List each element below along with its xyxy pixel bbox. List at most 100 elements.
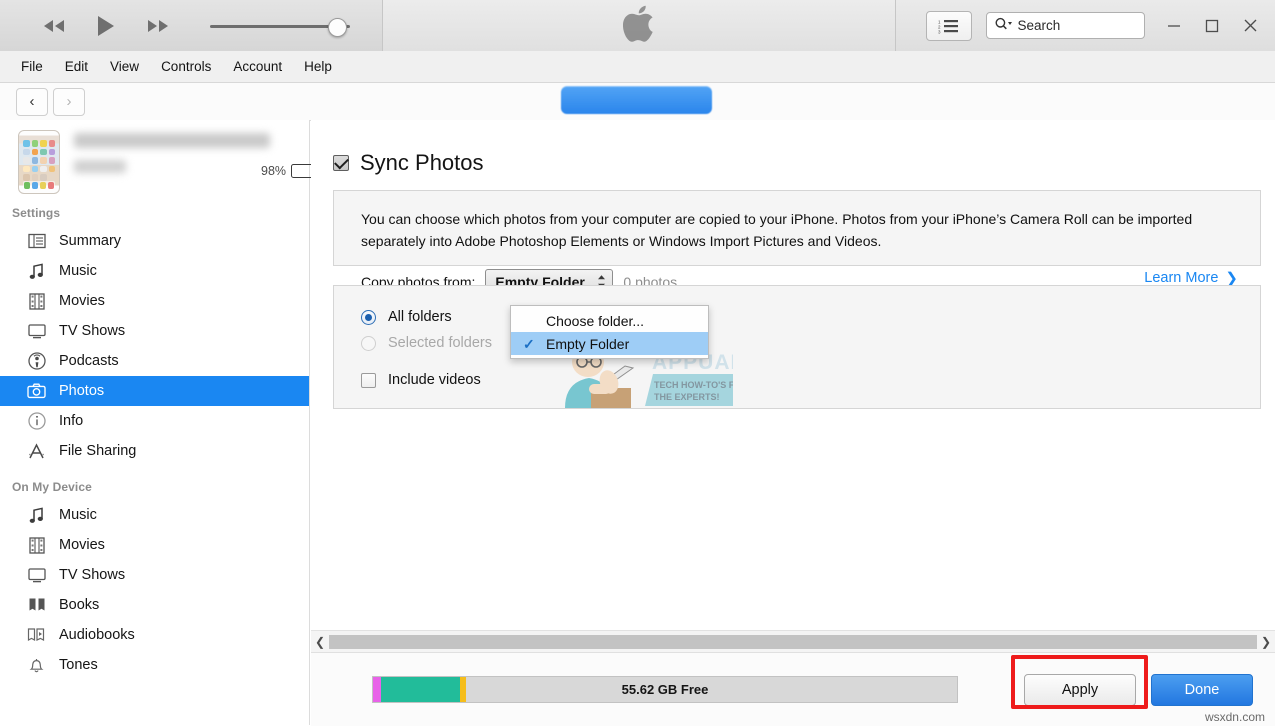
all-folders-label: All folders (388, 309, 452, 325)
sidebar-item-device-music[interactable]: Music (0, 500, 309, 530)
search-icon (995, 17, 1014, 34)
dropdown-option-choose-folder[interactable]: Choose folder... (511, 309, 708, 332)
sync-photos-row[interactable]: Sync Photos (311, 120, 1275, 176)
sidebar-item-label: Audiobooks (59, 627, 135, 643)
source-watermark: wsxdn.com (1204, 710, 1265, 724)
include-videos-label: Include videos (388, 372, 481, 388)
all-folders-radio[interactable] (361, 309, 376, 325)
sidebar-section-on-my-device-title: On My Device (12, 480, 92, 494)
sync-description-text: You can choose which photos from your co… (361, 211, 1193, 249)
app-store-icon (26, 441, 47, 461)
camera-icon (26, 381, 47, 401)
include-videos-row[interactable]: Include videos (361, 372, 1240, 388)
podcast-icon (26, 351, 47, 371)
list-view-icon[interactable]: 1 2 3 (926, 10, 972, 41)
sidebar-item-audiobooks[interactable]: Audiobooks (0, 620, 309, 650)
sidebar-item-label: Music (59, 507, 97, 523)
back-button[interactable]: ‹ (16, 87, 48, 116)
sidebar-item-summary[interactable]: Summary (0, 226, 309, 256)
dropdown-option-label: Empty Folder (546, 335, 630, 352)
selected-folders-radio[interactable] (361, 335, 376, 351)
device-name-block (60, 130, 270, 173)
fast-forward-icon[interactable] (144, 14, 172, 38)
sidebar-item-podcasts[interactable]: Podcasts (0, 346, 309, 376)
transport-controls (40, 14, 172, 38)
scroll-left-arrow-icon[interactable]: ❮ (311, 635, 329, 649)
learn-more-label: Learn More (1144, 270, 1219, 286)
horizontal-scrollbar[interactable]: ❮ ❯ (311, 630, 1275, 653)
menu-item-help[interactable]: Help (293, 55, 343, 78)
scroll-right-arrow-icon[interactable]: ❯ (1257, 635, 1275, 649)
menu-item-file[interactable]: File (10, 55, 54, 78)
bottom-bar: 55.62 GB Free Apply Done wsxdn.com (311, 652, 1275, 726)
done-button[interactable]: Done (1151, 673, 1253, 706)
menu-item-view[interactable]: View (99, 55, 150, 78)
volume-knob[interactable] (328, 17, 347, 37)
apple-logo-icon (622, 5, 656, 47)
sidebar-item-photos[interactable]: Photos (0, 376, 309, 406)
selected-folders-row[interactable]: Selected folders (361, 330, 1240, 356)
title-bar-right: 1 2 3 Search (896, 0, 1275, 51)
tv-icon (26, 321, 47, 341)
iphone-thumbnail-icon (18, 130, 60, 194)
sidebar-item-tv-shows[interactable]: TV Shows (0, 316, 309, 346)
play-icon[interactable] (92, 14, 120, 38)
menu-bar: File Edit View Controls Account Help (0, 51, 1275, 83)
sidebar-item-tones[interactable]: Tones (0, 650, 309, 680)
copy-photos-from-dropdown[interactable]: Choose folder... ✓ Empty Folder (510, 305, 709, 359)
sidebar-item-label: Summary (59, 233, 122, 249)
device-name-redacted (74, 133, 270, 148)
music-note-icon (26, 505, 47, 525)
summary-icon (26, 231, 47, 251)
sidebar-item-device-tv-shows[interactable]: TV Shows (0, 560, 309, 590)
capacity-bar: 55.62 GB Free (372, 676, 958, 703)
info-circle-icon (26, 411, 47, 431)
transport-controls-panel (0, 0, 383, 51)
svg-text:THE EXPERTS!: THE EXPERTS! (654, 392, 720, 402)
folder-options-panel: All folders Selected folders Include vid… (333, 285, 1261, 409)
sidebar-item-file-sharing[interactable]: File Sharing (0, 436, 309, 466)
all-folders-row[interactable]: All folders (361, 304, 1240, 330)
device-header[interactable]: 98% ⚡ (0, 120, 342, 194)
sidebar-item-label: Movies (59, 537, 105, 553)
dropdown-option-label: Choose folder... (546, 312, 645, 329)
menu-item-edit[interactable]: Edit (54, 55, 99, 78)
sidebar-item-label: Info (59, 413, 84, 429)
sidebar-section-settings-title: Settings (12, 206, 61, 220)
include-videos-checkbox[interactable] (361, 372, 376, 388)
minimize-button[interactable] (1159, 13, 1189, 39)
search-placeholder: Search (1017, 18, 1061, 33)
sidebar-item-music[interactable]: Music (0, 256, 309, 286)
menu-item-account[interactable]: Account (222, 55, 293, 78)
redacted-account-button[interactable] (561, 86, 712, 114)
scrollbar-thumb[interactable] (329, 635, 1257, 649)
sync-photos-checkbox[interactable] (333, 154, 349, 171)
sidebar-item-books[interactable]: Books (0, 590, 309, 620)
sidebar-item-label: File Sharing (59, 443, 137, 459)
audiobook-icon (26, 625, 47, 645)
capacity-label: 55.62 GB Free (621, 682, 709, 697)
bottom-buttons: Apply Done (1011, 654, 1275, 709)
sidebar-item-label: TV Shows (59, 567, 126, 583)
svg-text:3: 3 (938, 29, 941, 34)
forward-button[interactable]: › (53, 87, 85, 116)
sidebar-item-info[interactable]: Info (0, 406, 309, 436)
page-title: Sync Photos (360, 150, 484, 175)
music-note-icon (26, 261, 47, 281)
sidebar-item-device-movies[interactable]: Movies (0, 530, 309, 560)
search-input[interactable]: Search (985, 12, 1145, 39)
sidebar-item-movies[interactable]: Movies (0, 286, 309, 316)
menu-item-controls[interactable]: Controls (150, 55, 222, 78)
photos-sync-panel: Sync Photos You can choose which photos … (311, 120, 1275, 630)
window-controls (1159, 13, 1275, 39)
close-button[interactable] (1235, 13, 1265, 39)
maximize-button[interactable] (1197, 13, 1227, 39)
bell-icon (26, 655, 47, 675)
nav-buttons: ‹ › (16, 87, 85, 116)
sidebar-item-label: TV Shows (59, 323, 126, 339)
volume-slider[interactable] (210, 16, 350, 37)
rewind-icon[interactable] (40, 14, 68, 38)
dropdown-option-empty-folder[interactable]: ✓ Empty Folder (511, 332, 708, 355)
sidebar-item-label: Music (59, 263, 97, 279)
books-icon (26, 595, 47, 615)
